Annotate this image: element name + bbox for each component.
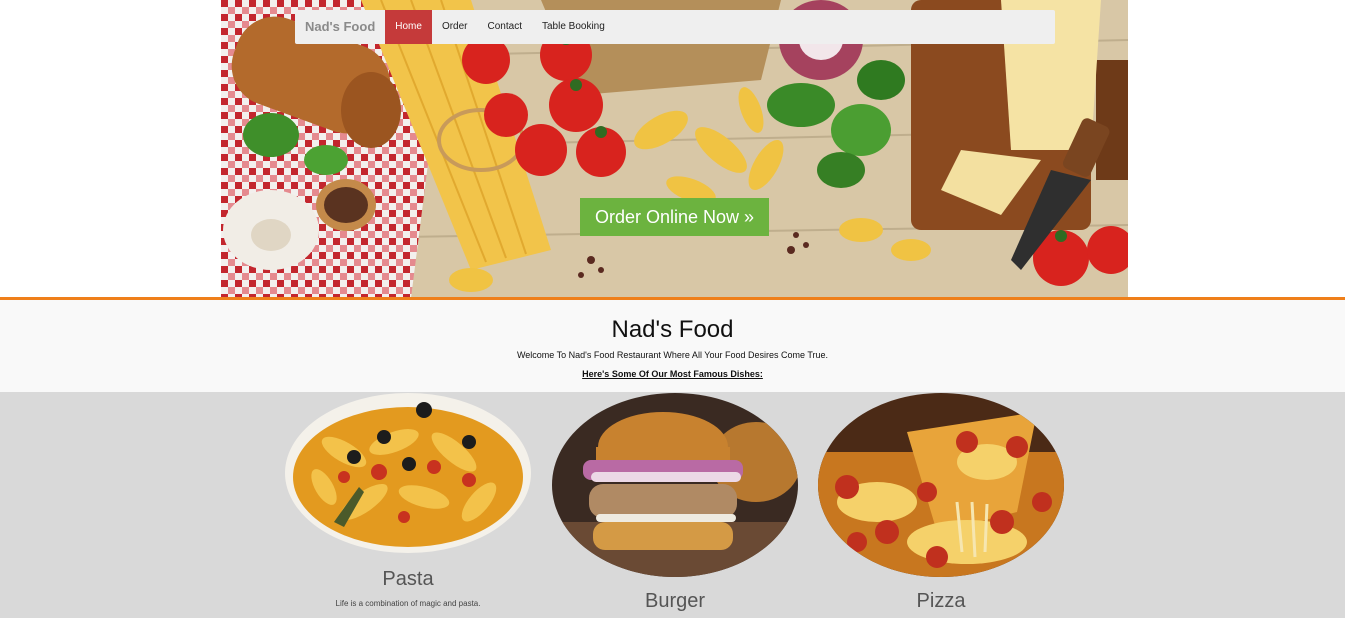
nav-table-booking[interactable]: Table Booking [532,10,615,44]
dish-description-pasta: Life is a combination of magic and pasta… [335,599,481,608]
famous-dishes-heading: Here's Some Of Our Most Famous Dishes: [582,369,763,379]
brand-link[interactable]: Nad's Food [295,10,385,44]
burger-image [552,393,798,577]
dish-name-pasta: Pasta [382,568,434,590]
hero-food-image [221,0,1128,298]
hero-banner: Nad's Food Home Order Contact Table Book… [221,0,1128,298]
dishes-section: Pasta Life is a combination of magic and… [0,392,1345,618]
dish-card-pasta: Pasta Life is a combination of magic and… [284,392,532,618]
dish-name-pizza: Pizza [916,590,966,612]
dish-name-burger: Burger [644,590,706,612]
dish-card-burger: Burger [551,392,799,618]
order-online-button[interactable]: Order Online Now » [580,198,769,236]
page-title: Nad's Food [611,316,734,343]
nav-home[interactable]: Home [385,10,432,44]
intro-section: Nad's Food Welcome To Nad's Food Restaur… [0,300,1345,392]
pasta-image [285,393,531,553]
nav-contact[interactable]: Contact [478,10,532,44]
top-navbar: Nad's Food Home Order Contact Table Book… [295,10,1055,44]
welcome-text: Welcome To Nad's Food Restaurant Where A… [516,350,829,360]
pizza-image [818,393,1064,577]
nav-order[interactable]: Order [432,10,478,44]
dish-card-pizza: Pizza [817,392,1065,612]
